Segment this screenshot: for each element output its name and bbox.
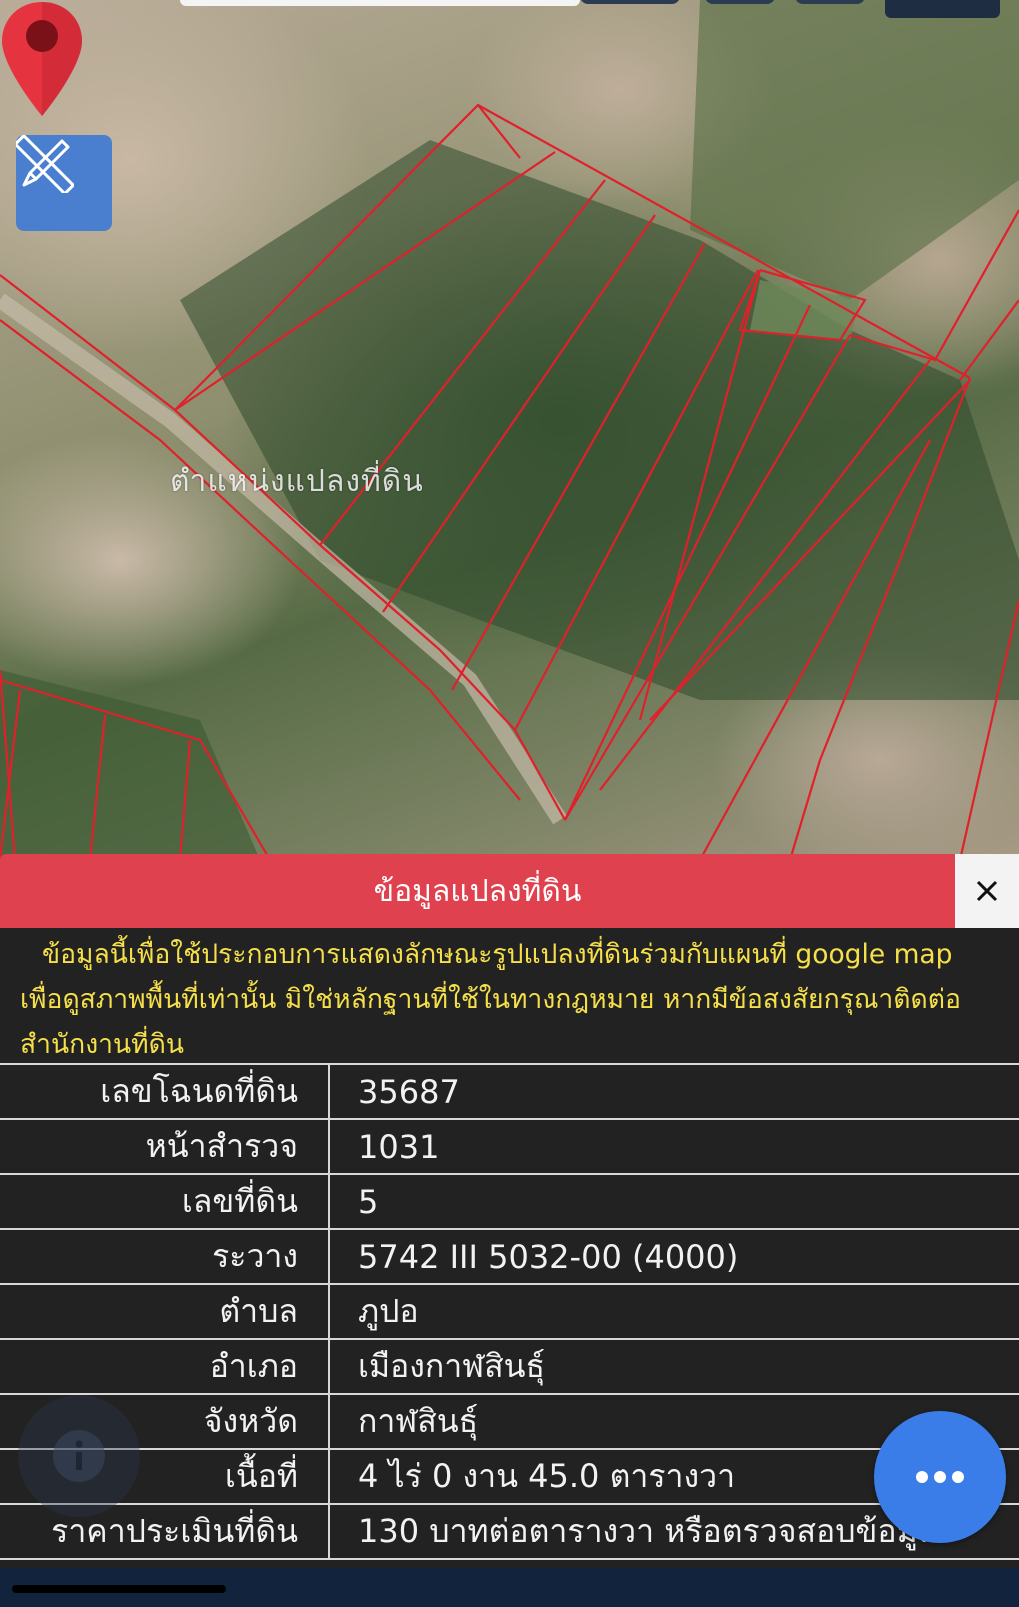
panel-title: ข้อมูลแปลงที่ดิน [0,854,955,928]
row-label: ระวาง [0,1228,330,1285]
row-label: อำเภอ [0,1338,330,1395]
table-row: ตำบล ภูปอ [0,1283,1019,1340]
map-control-button[interactable] [885,0,1000,18]
location-pin-icon[interactable] [0,0,84,118]
row-value: ภูปอ [329,1283,1019,1340]
measure-tool-button[interactable] [16,135,112,231]
map-top-controls [0,0,1019,18]
search-bar[interactable] [180,0,580,6]
info-button[interactable] [18,1395,140,1517]
row-value: 5742 III 5032-00 (4000) [329,1228,1019,1285]
row-value: 1031 [329,1118,1019,1175]
more-horizontal-icon [916,1471,964,1483]
row-label: ตำบล [0,1283,330,1340]
parcel-location-label: ตำแหน่งแปลงที่ดิน [170,464,424,499]
disclaimer-text: ข้อมูลนี้เพื่อใช้ประกอบการแสดงลักษณะรูปแ… [20,939,961,1060]
parcel-boundaries [0,0,1019,860]
parcel-info-table: เลขโฉนดที่ดิน 35687 หน้าสำรวจ 1031 เลขที… [0,1063,1019,1560]
info-icon [53,1430,105,1482]
row-label: เลขโฉนดที่ดิน [0,1063,330,1120]
map-control-button[interactable] [580,0,680,4]
satellite-map[interactable]: ตำแหน่งแปลงที่ดิน [0,0,1019,860]
close-icon [976,880,998,902]
table-row: หน้าสำรวจ 1031 [0,1118,1019,1175]
table-row: เลขโฉนดที่ดิน 35687 [0,1063,1019,1120]
table-row: เลขที่ดิน 5 [0,1173,1019,1230]
table-row: จังหวัด กาฬสินธุ์ [0,1393,1019,1450]
map-control-button[interactable] [795,0,865,4]
table-row: ระวาง 5742 III 5032-00 (4000) [0,1228,1019,1285]
row-value: เมืองกาฬสินธุ์ [329,1338,1019,1395]
table-row: อำเภอ เมืองกาฬสินธุ์ [0,1338,1019,1395]
row-label: หน้าสำรวจ [0,1118,330,1175]
row-value: 5 [329,1173,1019,1230]
close-button[interactable] [955,854,1019,928]
row-label: เลขที่ดิน [0,1173,330,1230]
table-row: เนื้อที่ 4 ไร่ 0 งาน 45.0 ตารางวา [0,1448,1019,1505]
more-options-button[interactable] [874,1411,1006,1543]
row-label: ราคาประเมินที่ดิน [0,1503,330,1560]
home-indicator[interactable] [12,1585,226,1593]
table-row: ราคาประเมินที่ดิน 130 บาทต่อตารางวา หรือ… [0,1503,1019,1560]
row-value: 35687 [329,1063,1019,1120]
map-control-button[interactable] [705,0,775,4]
pencil-ruler-icon [16,135,74,193]
